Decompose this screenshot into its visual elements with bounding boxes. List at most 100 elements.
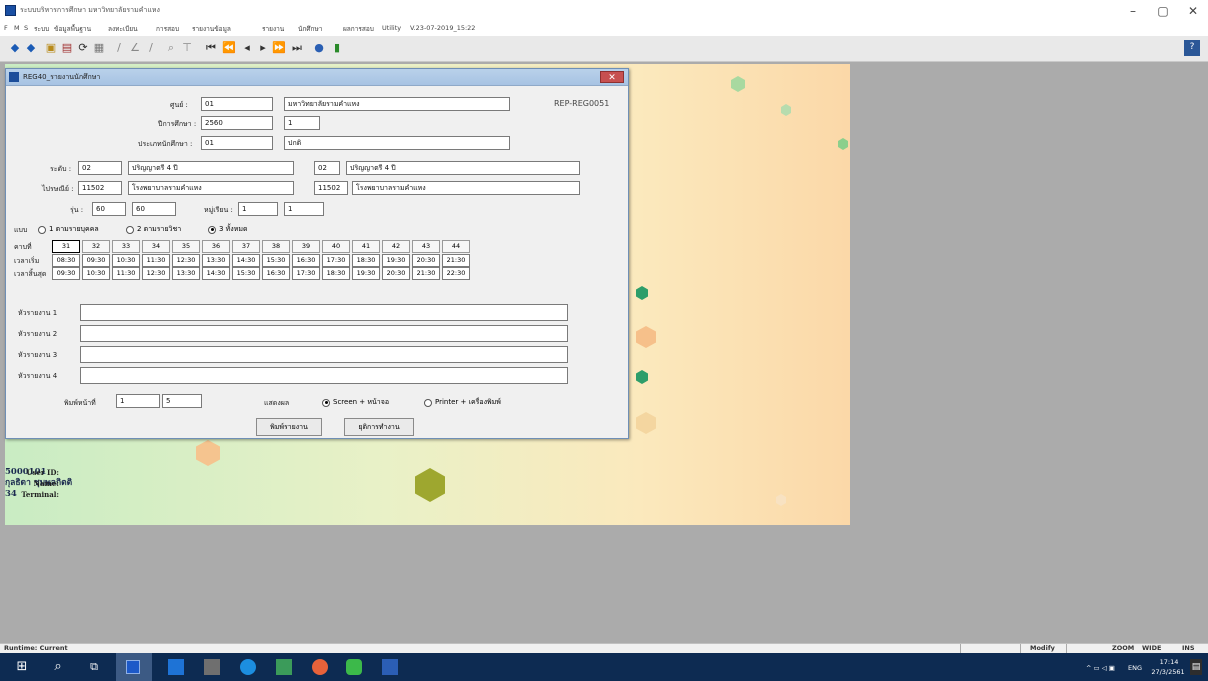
remark-field-4[interactable] — [80, 367, 568, 384]
start-time-cell[interactable]: 14:30 — [232, 254, 260, 267]
pencil-icon[interactable]: / — [112, 41, 126, 55]
minimize-button[interactable]: – — [1118, 3, 1148, 19]
end-time-cell[interactable]: 21:30 — [412, 267, 440, 280]
print-report-button[interactable]: พิมพ์รายงาน — [256, 418, 322, 436]
save-icon[interactable]: ▣ — [44, 41, 58, 55]
dialog-close-button[interactable]: ✕ — [600, 71, 624, 83]
output-printer-option[interactable]: Printer + เครื่องพิมพ์ — [424, 397, 501, 408]
maximize-button[interactable]: ▢ — [1148, 3, 1178, 19]
mail-icon[interactable] — [168, 659, 184, 675]
exit-icon[interactable]: ▮ — [330, 41, 344, 55]
gen-to-field[interactable]: 60 — [132, 202, 176, 216]
print-icon[interactable]: ▤ — [60, 41, 74, 55]
menu-item-student[interactable]: นักศึกษา — [298, 24, 322, 34]
start-time-cell[interactable]: 12:30 — [172, 254, 200, 267]
last-record-icon[interactable]: ⏭ — [290, 41, 304, 55]
menu-item-m[interactable]: M — [14, 24, 20, 32]
campus-code-field[interactable]: 01 — [201, 97, 273, 111]
level-to-code-field[interactable]: 02 — [314, 161, 340, 175]
faculty-to-code-field[interactable]: 11502 — [314, 181, 348, 195]
tray-icons[interactable]: ^ ▭ ◁ ▣ — [1086, 664, 1115, 672]
prev-page-icon[interactable]: ⏪ — [222, 41, 236, 55]
edge-icon[interactable] — [240, 659, 256, 675]
back-icon[interactable]: ◆ — [24, 41, 38, 55]
group-to-field[interactable]: 1 — [284, 202, 324, 216]
start-time-cell[interactable]: 19:30 — [382, 254, 410, 267]
mode-option-2[interactable]: 2 ตามรายวิชา — [126, 224, 181, 235]
end-time-cell[interactable]: 09:30 — [52, 267, 80, 280]
line-icon[interactable] — [346, 659, 362, 675]
clock-date[interactable]: 27/3/2561 — [1150, 668, 1186, 676]
menu-item-result[interactable]: ผลการสอบ — [343, 24, 374, 34]
faculty-from-code-field[interactable]: 11502 — [78, 181, 122, 195]
dialog-titlebar[interactable]: REG40_รายงานนักศึกษา ✕ — [6, 69, 628, 86]
end-time-cell[interactable]: 13:30 — [172, 267, 200, 280]
start-time-cell[interactable]: 13:30 — [202, 254, 230, 267]
help-icon[interactable]: ? — [1184, 40, 1200, 56]
find-icon[interactable]: ⌕ — [164, 41, 178, 55]
level-from-code-field[interactable]: 02 — [78, 161, 122, 175]
remark-field-1[interactable] — [80, 304, 568, 321]
remark-field-2[interactable] — [80, 325, 568, 342]
gen-from-field[interactable]: 60 — [92, 202, 126, 216]
end-time-cell[interactable]: 11:30 — [112, 267, 140, 280]
end-time-cell[interactable]: 22:30 — [442, 267, 470, 280]
start-time-cell[interactable]: 17:30 — [322, 254, 350, 267]
clock-time[interactable]: 17:14 — [1154, 658, 1184, 666]
menu-item-report[interactable]: รายงาน — [262, 24, 284, 34]
windows-start-icon[interactable]: ⊞ — [14, 659, 30, 675]
notification-icon[interactable]: ▤ — [1190, 659, 1202, 675]
start-time-cell[interactable]: 16:30 — [292, 254, 320, 267]
page-from-field[interactable]: 1 — [116, 394, 160, 408]
taskbar-app-active[interactable] — [116, 653, 152, 681]
menu-item-utility[interactable]: Utility — [382, 24, 401, 32]
year-field[interactable]: 2560 — [201, 116, 273, 130]
open-icon[interactable]: ◆ — [8, 41, 22, 55]
start-time-cell[interactable]: 10:30 — [112, 254, 140, 267]
filter-icon[interactable]: ⊤ — [180, 41, 194, 55]
start-time-cell[interactable]: 20:30 — [412, 254, 440, 267]
start-time-cell[interactable]: 15:30 — [262, 254, 290, 267]
search-icon[interactable]: ⌕ — [50, 659, 66, 675]
end-time-cell[interactable]: 16:30 — [262, 267, 290, 280]
start-time-cell[interactable]: 08:30 — [52, 254, 80, 267]
cancel-button[interactable]: ยุติการทำงาน — [344, 418, 414, 436]
end-time-cell[interactable]: 20:30 — [382, 267, 410, 280]
page-to-field[interactable]: 5 — [162, 394, 202, 408]
menu-item-register[interactable]: ลงทะเบียน — [108, 24, 138, 34]
student-type-code-field[interactable]: 01 — [201, 136, 273, 150]
end-time-cell[interactable]: 19:30 — [352, 267, 380, 280]
file-explorer-icon[interactable] — [204, 659, 220, 675]
prev-record-icon[interactable]: ◂ — [240, 41, 254, 55]
delete-icon[interactable]: ▦ — [92, 41, 106, 55]
menu-item-s[interactable]: S — [24, 24, 28, 32]
end-time-cell[interactable]: 15:30 — [232, 267, 260, 280]
globe-icon[interactable]: ● — [312, 41, 326, 55]
menu-item-basic-data[interactable]: ข้อมูลพื้นฐาน — [54, 24, 91, 34]
refresh-icon[interactable]: ⟳ — [76, 41, 90, 55]
first-record-icon[interactable]: ⏮ — [204, 41, 218, 55]
word-icon[interactable] — [382, 659, 398, 675]
end-time-cell[interactable]: 12:30 — [142, 267, 170, 280]
start-time-cell[interactable]: 18:30 — [352, 254, 380, 267]
task-view-icon[interactable]: ⧉ — [86, 659, 102, 675]
semester-field[interactable]: 1 — [284, 116, 320, 130]
menu-item-exam[interactable]: การสอบ — [156, 24, 179, 34]
close-button[interactable]: ✕ — [1178, 3, 1208, 19]
start-time-cell[interactable]: 11:30 — [142, 254, 170, 267]
end-time-cell[interactable]: 10:30 — [82, 267, 110, 280]
next-record-icon[interactable]: ▸ — [256, 41, 270, 55]
end-time-cell[interactable]: 17:30 — [292, 267, 320, 280]
start-time-cell[interactable]: 21:30 — [442, 254, 470, 267]
menu-item-system[interactable]: ระบบ — [34, 24, 49, 34]
menu-item-report-data[interactable]: รายงานข้อมูล — [192, 24, 231, 34]
menu-item-f[interactable]: F — [4, 24, 8, 32]
end-time-cell[interactable]: 14:30 — [202, 267, 230, 280]
language-indicator[interactable]: ENG — [1128, 664, 1142, 672]
start-time-cell[interactable]: 09:30 — [82, 254, 110, 267]
next-page-icon[interactable]: ⏩ — [272, 41, 286, 55]
edit-icon[interactable]: ∠ — [128, 41, 142, 55]
pen-icon[interactable]: / — [144, 41, 158, 55]
end-time-cell[interactable]: 18:30 — [322, 267, 350, 280]
chrome-icon[interactable] — [312, 659, 328, 675]
